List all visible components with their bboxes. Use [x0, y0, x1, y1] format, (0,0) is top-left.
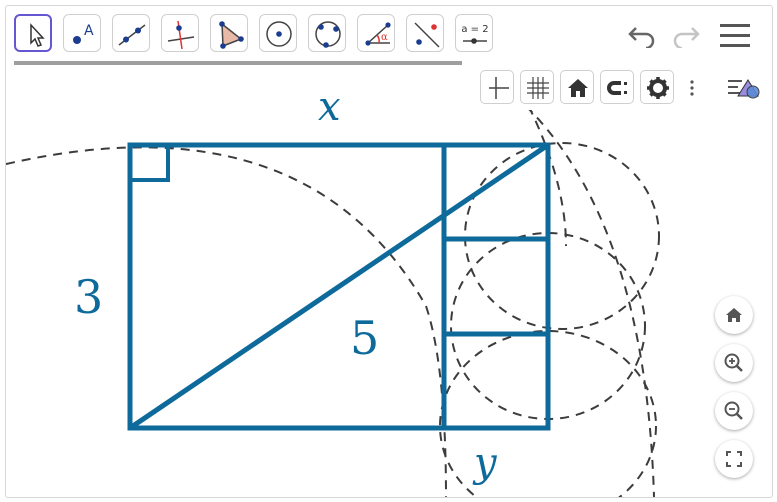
home-icon — [568, 79, 588, 97]
dashed-arc-right — [525, 105, 655, 497]
point-icon: A — [73, 23, 94, 44]
zoom-out-icon — [724, 401, 743, 420]
slider-tool-button[interactable]: a = 2 — [455, 14, 493, 52]
stylebar-toggle-icon[interactable] — [726, 74, 762, 102]
geogebra-app: x 3 5 y A α a = 2 — [0, 0, 777, 502]
big-dashed-arc — [6, 146, 447, 497]
perpendicular-line-tool-button[interactable] — [161, 14, 199, 52]
point-capturing-button[interactable] — [600, 70, 634, 104]
grid-toggle-button[interactable] — [520, 70, 554, 104]
circle-icon — [266, 21, 292, 47]
figure-rectangle — [127, 142, 551, 431]
axes-toggle-button[interactable] — [480, 70, 514, 104]
hamburger-menu-icon[interactable] — [720, 23, 752, 49]
label-3: 3 — [74, 270, 103, 324]
grid-icon — [527, 77, 549, 99]
standard-view-button[interactable] — [560, 70, 594, 104]
circle-3pt-icon — [315, 21, 341, 48]
point-tool-button[interactable]: A — [63, 14, 101, 52]
right-angle-marker — [130, 145, 170, 182]
line-tool-button[interactable] — [112, 14, 150, 52]
svg-text:A: A — [84, 23, 94, 39]
toolbar-progress-bar — [14, 61, 462, 65]
standard-view-fab[interactable] — [715, 296, 753, 334]
axes-icon — [489, 77, 509, 99]
slider-tool-label: a = 2 — [461, 24, 488, 35]
arrow-cursor-icon — [30, 23, 45, 47]
label-y: y — [472, 440, 498, 486]
fullscreen-icon — [726, 451, 742, 467]
svg-text:α: α — [381, 32, 388, 43]
line-icon — [118, 24, 146, 46]
circle-three-points-tool-button[interactable] — [308, 14, 346, 52]
polygon-tool-button[interactable] — [210, 14, 248, 52]
dashed-circle-upper — [464, 142, 660, 330]
applet-frame: x 3 5 y A α a = 2 — [5, 5, 773, 498]
style-bar — [474, 64, 772, 110]
label-5: 5 — [350, 311, 379, 365]
toolbar: A α a = 2 — [6, 6, 772, 65]
gear-icon — [647, 77, 669, 99]
slider-icon: a = 2 — [461, 24, 489, 44]
reflect-icon — [414, 22, 440, 48]
zoom-in-button[interactable] — [715, 344, 753, 382]
settings-button[interactable] — [640, 70, 674, 104]
magnet-snap-icon — [607, 81, 627, 95]
polygon-icon — [219, 21, 244, 49]
home-icon — [726, 308, 742, 322]
zoom-out-button[interactable] — [715, 392, 753, 430]
reflect-tool-button[interactable] — [406, 14, 444, 52]
more-vertical-icon[interactable] — [688, 80, 696, 96]
move-tool-button[interactable] — [14, 14, 52, 52]
undo-icon[interactable] — [626, 22, 660, 48]
fullscreen-button[interactable] — [715, 440, 753, 478]
circle-center-point-tool-button[interactable] — [259, 14, 297, 52]
redo-icon[interactable] — [668, 22, 702, 48]
angle-tool-button[interactable]: α — [357, 14, 395, 52]
diagonal-line[interactable] — [128, 142, 550, 431]
label-x: x — [318, 84, 341, 130]
angle-icon: α — [365, 22, 391, 46]
perpendicular-icon — [167, 20, 195, 50]
zoom-in-icon — [724, 353, 743, 372]
